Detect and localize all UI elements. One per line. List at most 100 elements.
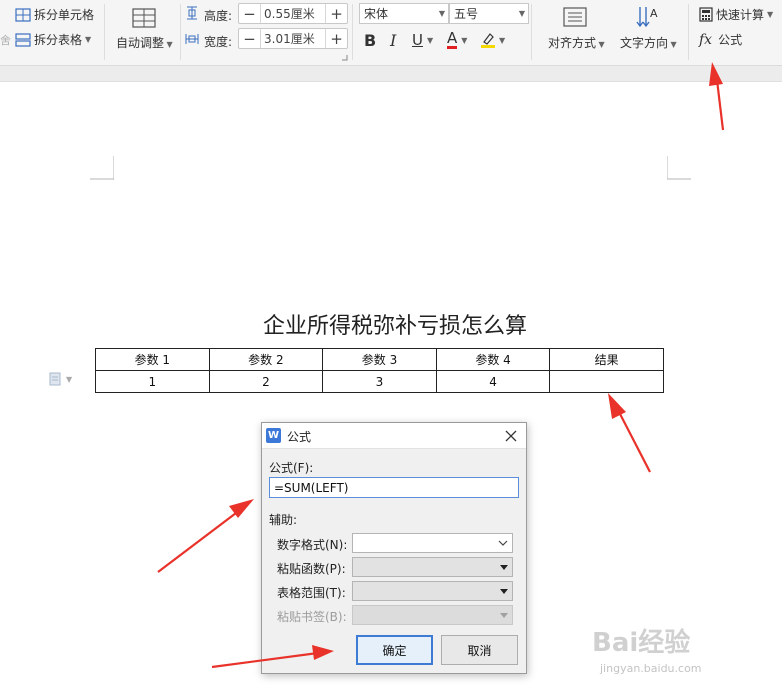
dialog-title: 公式 (287, 430, 312, 444)
calculator-icon (699, 7, 713, 22)
chevron-down-icon: ▼ (518, 9, 525, 18)
italic-button[interactable]: I (390, 30, 396, 50)
watermark-logo: Bai经验 (592, 628, 691, 658)
auto-adjust-label: 自动调整 (116, 36, 165, 50)
close-icon (505, 430, 517, 442)
split-cell-icon (15, 7, 31, 22)
table-cell[interactable]: 3 (322, 370, 437, 393)
auto-adjust-button[interactable]: 自动调整 ▼ (112, 4, 176, 56)
chevron-down-icon: ▼ (596, 40, 605, 49)
width-decrease-button[interactable]: − (239, 29, 261, 48)
quick-calc-label: 快速计算 (716, 8, 765, 22)
dropdown-arrow-icon (500, 564, 508, 570)
formula-dialog: W 公式 公式(F): 辅助: 数字格式(N): 粘贴函数(P): 表格范围(T… (261, 422, 527, 674)
auto-adjust-icon (132, 8, 156, 28)
font-size-select[interactable]: 五号 ▼ (449, 3, 529, 24)
text-direction-icon: A (636, 7, 658, 28)
text-direction-label: 文字方向 (620, 36, 669, 50)
split-cell-label: 拆分单元格 (34, 8, 95, 22)
dialog-launcher-icon[interactable] (341, 54, 348, 61)
chevron-down-icon: ▼ (767, 10, 774, 19)
table-range-select[interactable] (352, 581, 513, 601)
number-format-label: 数字格式(N): (277, 538, 348, 552)
underline-label: U (412, 31, 423, 49)
font-name-value: 宋体 (364, 7, 389, 21)
paste-function-label: 粘贴函数(P): (277, 562, 346, 576)
chevron-down-icon: ▼ (85, 35, 92, 44)
close-button[interactable] (502, 427, 520, 445)
dropdown-arrow-icon (500, 612, 508, 618)
document-table: 参数 1 参数 2 参数 3 参数 4 结果 1 2 3 4 (95, 348, 664, 393)
width-stepper[interactable]: − 3.01厘米 + (238, 28, 348, 49)
formula-button[interactable]: fx 公式 (699, 31, 742, 48)
ok-button[interactable]: 确定 (356, 635, 433, 665)
quick-calc-button[interactable]: 快速计算 ▼ (699, 6, 773, 23)
height-decrease-button[interactable]: − (239, 4, 261, 23)
align-label: 对齐方式 (548, 36, 597, 50)
formula-label: 公式 (718, 33, 743, 47)
height-value[interactable]: 0.55厘米 (261, 5, 325, 22)
table-range-label: 表格范围(T): (277, 586, 346, 600)
dialog-titlebar[interactable]: W 公式 (262, 423, 526, 449)
font-name-select[interactable]: 宋体 ▼ (359, 3, 449, 24)
table-row: 1 2 3 4 (95, 370, 664, 393)
font-size-value: 五号 (454, 7, 479, 21)
highlight-button[interactable]: ▼ (480, 30, 505, 50)
annotation-arrow (608, 393, 651, 473)
width-increase-button[interactable]: + (325, 29, 347, 48)
paste-bookmark-label: 粘贴书签(B): (277, 610, 347, 624)
bold-button[interactable]: B (364, 30, 376, 50)
table-cell[interactable]: 参数 3 (322, 348, 437, 371)
divider (104, 4, 105, 60)
width-value[interactable]: 3.01厘米 (261, 30, 325, 47)
table-cell-result[interactable] (549, 370, 664, 393)
divider (688, 4, 689, 60)
split-cell-button[interactable]: 拆分单元格 (0, 6, 94, 23)
chevron-down-icon: ▼ (164, 40, 173, 49)
aux-label: 辅助: (269, 513, 298, 527)
annotation-arrow (157, 499, 254, 573)
table-cell[interactable]: 参数 2 (208, 348, 324, 371)
ribbon-bottom-bar (0, 66, 782, 82)
table-cell[interactable]: 参数 4 (435, 348, 551, 371)
paste-bookmark-select (352, 605, 513, 625)
table-cell[interactable]: 2 (208, 370, 324, 393)
chevron-down-icon: ▼ (438, 9, 445, 18)
height-stepper[interactable]: − 0.55厘米 + (238, 3, 348, 24)
split-table-label: 拆分表格 (34, 33, 83, 47)
font-color-label: A (447, 29, 458, 49)
document-title: 企业所得税弥补亏损怎么算 (262, 314, 527, 339)
underline-button[interactable]: U ▼ (412, 30, 433, 50)
paragraph-icon (49, 372, 61, 386)
table-cell[interactable]: 结果 (549, 348, 664, 371)
watermark: Bai经验 jingyan.baidu.com (592, 622, 752, 682)
paste-function-select[interactable] (352, 557, 513, 577)
number-format-select[interactable] (352, 533, 513, 553)
table-cell[interactable]: 1 (95, 370, 210, 393)
chevron-down-icon: ▼ (668, 40, 677, 49)
formula-input[interactable] (269, 477, 519, 498)
height-label: 高度: (204, 9, 233, 23)
align-button[interactable]: 对齐方式 ▼ (540, 4, 610, 56)
width-label: 宽度: (204, 35, 233, 49)
wps-logo-icon: W (266, 428, 281, 443)
width-icon (185, 34, 199, 44)
split-table-button[interactable]: 舍 拆分表格 ▼ (0, 31, 91, 48)
divider (180, 4, 181, 60)
table-cell[interactable]: 参数 1 (95, 348, 210, 371)
cancel-button[interactable]: 取消 (441, 635, 518, 665)
table-cell[interactable]: 4 (435, 370, 551, 393)
height-increase-button[interactable]: + (325, 4, 347, 23)
chevron-down-icon (498, 540, 508, 546)
watermark-url: jingyan.baidu.com (600, 662, 702, 675)
chevron-down-icon: ▼ (461, 35, 468, 45)
table-row: 参数 1 参数 2 参数 3 参数 4 结果 (95, 348, 664, 371)
divider (531, 4, 532, 60)
chevron-down-icon: ▼ (66, 374, 73, 384)
font-color-button[interactable]: A ▼ (447, 30, 467, 50)
paragraph-handle[interactable]: ▼ (48, 372, 72, 386)
page-corner-mark (667, 156, 691, 180)
highlighter-icon (481, 33, 495, 48)
ribbon-toolbar: 拆分单元格 舍 拆分表格 ▼ 自动调整 ▼ 高度: − 0.55厘米 + 宽度:… (0, 0, 782, 66)
text-direction-button[interactable]: A 文字方向 ▼ (614, 4, 684, 56)
